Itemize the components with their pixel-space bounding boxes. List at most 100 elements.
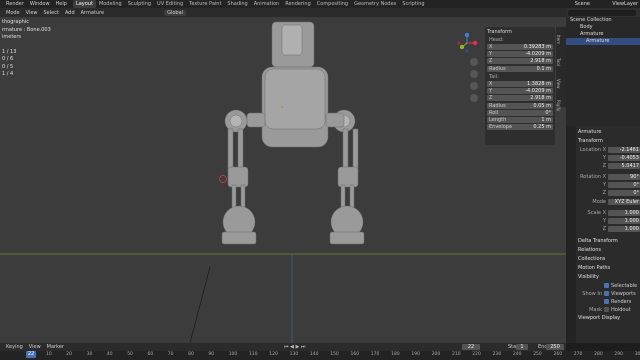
length-field[interactable]: Length 1 m [487, 117, 553, 123]
tab-rendering[interactable]: Rendering [282, 0, 314, 8]
section-visibility[interactable]: Visibility [578, 274, 640, 281]
section-collections[interactable]: Collections [578, 256, 640, 263]
tab-rigify[interactable]: Rigify [556, 97, 561, 115]
properties-editor: Armature Transform Location X -2.1461 Y -0… [566, 126, 640, 343]
orientation-dropdown[interactable]: Global [164, 9, 187, 16]
viewport-header: Mode View Select Add Armature Global [0, 8, 566, 17]
end-frame-field[interactable]: 250 [546, 344, 564, 350]
3d-viewport[interactable]: thographic rmature : Bone.003 imeters 1 … [0, 17, 566, 343]
renders-checkbox[interactable]: Renders [578, 298, 640, 305]
head-y-field[interactable]: Y -4.0209 m [487, 51, 553, 57]
field-value: XYZ Euler [608, 198, 640, 205]
scale-x-field[interactable]: Scale X 1.000 [578, 209, 640, 216]
ruler-tick-label: 140 [309, 352, 319, 357]
head-x-field[interactable]: X 0.39283 m [487, 44, 553, 50]
scale-z-field[interactable]: Z 1.000 [578, 225, 640, 232]
start-frame-field[interactable]: 1 [516, 344, 528, 350]
tail-z-field[interactable]: Z 2.918 m [487, 95, 553, 101]
section-viewport-display[interactable]: Viewport Display [578, 315, 640, 322]
tab-view[interactable]: View [556, 75, 561, 93]
field-key: Z [602, 189, 606, 196]
menu-mode[interactable]: Mode [6, 10, 20, 16]
menu-timeline-view[interactable]: View [29, 344, 41, 350]
field-value: -2.1461 [608, 146, 640, 153]
outliner-item-body[interactable]: Body [566, 24, 640, 31]
scene-selector[interactable]: Scene [575, 0, 590, 8]
menu-view[interactable]: View [26, 10, 38, 16]
tail-y-field[interactable]: Y -4.0209 m [487, 88, 553, 94]
menu-select[interactable]: Select [44, 10, 59, 16]
section-transform[interactable]: Transform [578, 138, 640, 145]
menu-keying[interactable]: Keying [6, 344, 23, 350]
field-key: Length [489, 117, 507, 123]
selectable-checkbox[interactable]: Selectable [578, 282, 640, 289]
current-frame-field[interactable]: 22 [462, 344, 480, 350]
outliner-item-armature[interactable]: Armature [566, 31, 640, 38]
field-key: Y [489, 51, 493, 57]
envelope-field[interactable]: Envelope 0.25 m [487, 124, 553, 130]
menu-render[interactable]: Render [6, 1, 24, 7]
ruler-tick-label: 10 [46, 352, 52, 357]
location-x-field[interactable]: Location X -2.1461 [578, 146, 640, 153]
field-value: 2.918 m [530, 95, 551, 101]
tab-shading[interactable]: Shading [224, 0, 250, 8]
section-delta-transform[interactable]: Delta Transform [578, 238, 640, 245]
tab-uv-editing[interactable]: UV Editing [154, 0, 186, 8]
menu-help[interactable]: Help [56, 1, 67, 7]
tab-compositing[interactable]: Compositing [314, 0, 351, 8]
scale-y-field[interactable]: Y 1.000 [578, 217, 640, 224]
ruler-tick-label: 30 [86, 352, 93, 357]
ruler-tick-label: 90 [208, 352, 215, 357]
tail-radius-field[interactable]: Radius 0.05 m [487, 103, 553, 109]
zoom-icon[interactable] [470, 58, 478, 66]
tab-item[interactable]: Item [556, 31, 561, 49]
head-radius-field[interactable]: Radius 0.1 m [487, 66, 553, 72]
hand-pan-icon[interactable] [470, 70, 478, 78]
tab-sculpting[interactable]: Sculpting [125, 0, 154, 8]
menu-add[interactable]: Add [65, 10, 75, 16]
rotation-z-field[interactable]: Z 0° [578, 189, 640, 196]
tab-texture-paint[interactable]: Texture Paint [186, 0, 224, 8]
section-motion-paths[interactable]: Motion Paths [578, 265, 640, 272]
mask-label: Mask [589, 306, 602, 313]
outliner-scene-collection[interactable]: Scene Collection [566, 17, 640, 24]
navigation-gizmo[interactable] [456, 32, 478, 54]
view-type-label: thographic [2, 19, 29, 25]
tab-layout[interactable]: Layout [72, 0, 96, 8]
playback-controls[interactable]: ⏮ ◀ ▶ ⏭ [284, 344, 305, 350]
tab-tool[interactable]: Tool [556, 53, 561, 71]
menu-armature[interactable]: Armature [81, 10, 104, 16]
field-value: 5.0417 [608, 162, 640, 169]
grid-icon[interactable] [470, 94, 478, 102]
head-z-field[interactable]: Z 2.918 m [487, 58, 553, 64]
workspace-tabs: Layout Modeling Sculpting UV Editing Tex… [72, 0, 428, 8]
playhead-frame-indicator[interactable]: 22 [26, 351, 36, 358]
tab-scripting[interactable]: Scripting [399, 0, 427, 8]
outliner-item-armature-data[interactable]: Armature [566, 38, 640, 45]
roll-field[interactable]: Roll 0° [487, 110, 553, 116]
sidebar-tabs: Item Tool View Rigify [556, 27, 566, 112]
view-layer-selector[interactable]: ViewLayer [612, 0, 638, 8]
camera-icon[interactable] [470, 82, 478, 90]
object-name-field[interactable]: Armature [578, 128, 640, 136]
field-key: Roll [489, 110, 499, 116]
tab-geometry-nodes[interactable]: Geometry Nodes [351, 0, 399, 8]
viewports-checkbox[interactable]: Show In Viewports [578, 290, 640, 297]
timeline-ruler[interactable]: 10 20 30 40 50 60 70 80 90 100 110 120 130 140 150 160 1… [0, 351, 640, 360]
tab-modeling[interactable]: Modeling [96, 0, 125, 8]
menu-marker[interactable]: Marker [47, 344, 64, 350]
tab-animation[interactable]: Animation [251, 0, 283, 8]
field-key: Z [489, 58, 493, 64]
rotation-y-field[interactable]: Y 0° [578, 181, 640, 188]
tail-x-field[interactable]: X 1.3828 m [487, 81, 553, 87]
outliner-search-input[interactable] [568, 9, 636, 16]
menu-window[interactable]: Window [30, 1, 50, 7]
location-y-field[interactable]: Y -0.4053 [578, 154, 640, 161]
properties-tabs [566, 126, 576, 343]
location-z-field[interactable]: Z 5.0417 [578, 162, 640, 169]
rotation-mode-dropdown[interactable]: Mode XYZ Euler [578, 198, 640, 205]
rotation-x-field[interactable]: Rotation X 90° [578, 173, 640, 180]
stat-objects: 1 / 13 [2, 48, 17, 55]
section-relations[interactable]: Relations [578, 247, 640, 254]
holdout-checkbox[interactable]: Mask Holdout [578, 306, 640, 313]
